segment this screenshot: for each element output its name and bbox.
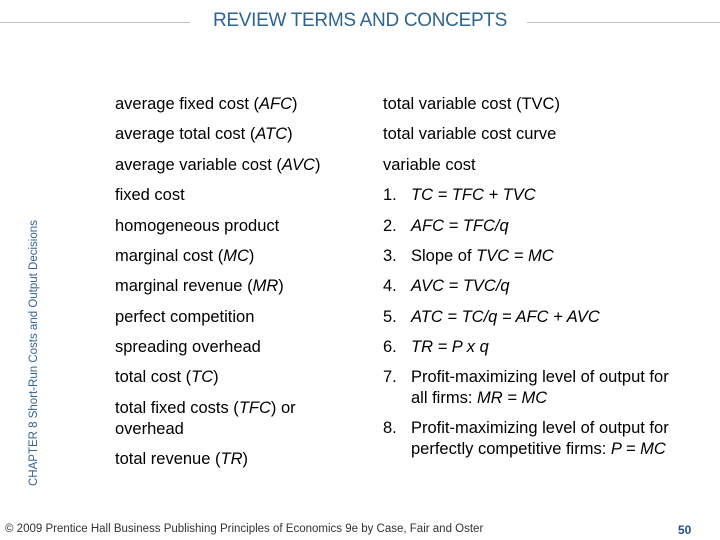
left-term-item: average fixed cost (AFC) <box>115 94 298 115</box>
text-segment: average total cost ( <box>115 125 256 143</box>
right-term-item: variable cost <box>383 155 476 176</box>
text-segment: total variable cost curve <box>383 125 557 143</box>
text-segment: marginal revenue ( <box>115 277 253 295</box>
left-term-item: marginal cost (MC) <box>115 246 254 267</box>
equation-number: 8. <box>383 419 397 437</box>
text-segment: ) or <box>270 399 296 417</box>
text-segment: overhead <box>115 420 184 438</box>
left-term-item: average variable cost (AVC) <box>115 155 320 176</box>
equation-item: 6. TR = P x q <box>383 337 489 358</box>
equation-number: 5. <box>383 308 397 326</box>
text-segment: marginal cost ( <box>115 247 224 265</box>
left-term-item: spreading overhead <box>115 337 261 358</box>
left-term-item: total revenue (TR) <box>115 449 248 470</box>
left-term-item: total cost (TC) <box>115 367 219 388</box>
text-segment: homogeneous product <box>115 217 280 235</box>
equation-item: 3. Slope of TVC = MC <box>383 246 554 267</box>
text-segment: ) <box>248 247 255 265</box>
text-segment: ) <box>314 156 321 174</box>
text-segment: P = MC <box>610 440 666 458</box>
text-segment: Slope of <box>411 247 477 265</box>
text-segment: ) <box>287 125 293 143</box>
text-segment: total variable cost (TVC) <box>383 95 560 113</box>
text-segment: total revenue ( <box>115 450 221 468</box>
text-segment: fixed cost <box>115 186 185 204</box>
left-term-item: average total cost (ATC) <box>115 124 293 145</box>
text-segment: TR = P x q <box>411 338 489 356</box>
text-segment: spreading overhead <box>115 338 261 356</box>
text-segment: total fixed costs ( <box>115 399 239 417</box>
text-segment: AFC = TFC/q <box>411 217 509 235</box>
left-term-item: fixed cost <box>115 185 185 206</box>
equation-item: 2. AFC = TFC/q <box>383 216 509 237</box>
slide-title-text: REVIEW TERMS AND CONCEPTS <box>202 10 518 31</box>
text-segment: AFC <box>259 95 292 113</box>
text-segment: ATC = TC/q = AFC + AVC <box>411 308 600 326</box>
text-segment: ) <box>213 368 219 386</box>
text-segment: average variable cost ( <box>115 156 282 174</box>
left-term-item: marginal revenue (MR) <box>115 276 284 297</box>
equation-item: 5. ATC = TC/q = AFC + AVC <box>383 307 600 328</box>
text-segment: perfect competition <box>115 308 255 326</box>
page-number: 50 <box>678 523 692 537</box>
text-segment: Profit-maximizing level of output for <box>411 419 669 437</box>
text-segment: ) <box>292 95 298 113</box>
text-segment: total cost ( <box>115 368 192 386</box>
left-term-item: total fixed costs (TFC) or overhead <box>115 398 296 440</box>
equation-number: 4. <box>383 277 397 295</box>
equation-number: 3. <box>383 247 397 265</box>
left-term-item: perfect competition <box>115 307 254 328</box>
right-term-item: total variable cost curve <box>383 124 556 145</box>
text-segment: all firms: <box>411 389 477 407</box>
text-segment: TVC = MC <box>476 247 554 265</box>
text-segment: ) <box>242 450 248 468</box>
text-segment: Profit-maximizing level of output for <box>411 368 669 386</box>
text-segment: ATC <box>255 125 288 143</box>
text-segment: AVC = TVC/q <box>411 277 510 295</box>
text-segment: ) <box>278 277 284 295</box>
equation-number: 1. <box>383 186 397 204</box>
text-segment: TC = TFC + TVC <box>411 186 536 204</box>
equation-item: 7. Profit-maximizing level of output for a… <box>383 367 669 409</box>
text-segment: variable cost <box>383 156 476 174</box>
text-segment: AVC <box>281 156 315 174</box>
equation-number: 6. <box>383 338 397 356</box>
equation-item: 8. Profit-maximizing level of output for p… <box>383 418 669 460</box>
text-segment: MR = MC <box>477 389 548 407</box>
text-segment: MC <box>223 247 249 265</box>
text-segment: average fixed cost ( <box>115 95 259 113</box>
footer-copyright: © 2009 Prentice Hall Business Publishing… <box>5 523 484 535</box>
text-segment: MR <box>252 277 279 295</box>
slide-title: REVIEW TERMS AND CONCEPTS <box>0 10 720 32</box>
equation-number: 2. <box>383 217 397 235</box>
left-term-item: homogeneous product <box>115 216 279 237</box>
equation-item: 4. AVC = TVC/q <box>383 276 510 297</box>
equation-item: 1. TC = TFC + TVC <box>383 185 536 206</box>
text-segment: TR <box>220 450 243 468</box>
text-segment: TC <box>191 368 214 386</box>
text-segment: perfectly competitive firms: <box>411 440 611 458</box>
right-term-item: total variable cost (TVC) <box>383 94 560 115</box>
text-segment: TFC <box>238 399 271 417</box>
equation-number: 7. <box>383 368 397 386</box>
chapter-side-label: CHAPTER 8 Short-Run Costs and Output Dec… <box>28 220 40 486</box>
